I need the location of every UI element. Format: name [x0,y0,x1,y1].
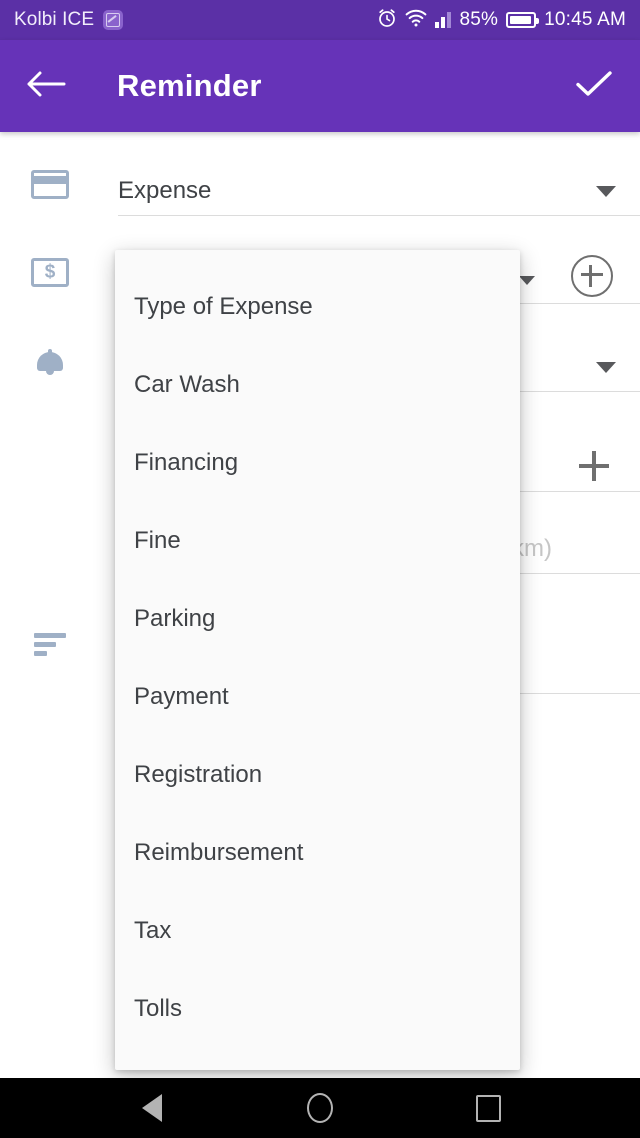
dropdown-item-label: Payment [134,683,229,710]
signal-bars-icon [435,12,452,28]
battery-icon [506,12,540,28]
add-circle-icon[interactable] [571,255,613,297]
save-button[interactable] [548,40,640,132]
arrow-back-icon [26,69,66,104]
nav-back-button[interactable] [124,1080,180,1136]
nav-back-icon [142,1094,162,1122]
app-bar: Reminder [0,40,640,132]
page-title: Reminder [117,68,262,103]
status-bar-left: Kolbi ICE [14,9,124,31]
dropdown-item-car-wash[interactable]: Car Wash [115,346,520,424]
dropdown-item-type-of-expense[interactable]: Type of Expense [115,268,520,346]
dropdown-item-label: Reimbursement [134,839,304,866]
dropdown-item-label: Tolls [134,995,183,1022]
credit-card-icon [28,162,72,206]
dropdown-item-label: Car Wash [134,371,240,398]
dropdown-item-label: Financing [134,449,239,476]
android-navigation-bar [0,1078,640,1138]
wifi-icon [405,9,427,32]
expense-category-value: Expense [118,177,212,204]
dropdown-item-tax[interactable]: Tax [115,892,520,970]
notes-icon [28,622,72,666]
check-icon [575,69,613,104]
money-icon [28,250,72,294]
nav-home-button[interactable] [292,1080,348,1136]
dropdown-item-label: Fine [134,527,181,554]
nav-recents-icon [475,1094,501,1122]
battery-percent-label: 85% [459,9,499,30]
nav-recents-button[interactable] [460,1080,516,1136]
dropdown-item-fine[interactable]: Fine [115,502,520,580]
carrier-label: Kolbi ICE [14,9,95,30]
status-bar: Kolbi ICE 85% 10:45 AM [0,0,640,40]
phone-screen: Kolbi ICE 85% 10:45 AM Reminder Expense … [0,0,640,1138]
plus-icon[interactable] [579,451,609,481]
expense-category-field[interactable]: Expense [118,154,640,216]
dropdown-item-label: Parking [134,605,216,632]
dropdown-item-label: Tax [134,917,172,944]
dropdown-item-label: Registration [134,761,263,788]
dropdown-item-payment[interactable]: Payment [115,658,520,736]
bell-icon [28,340,72,384]
screenshot-icon [103,10,124,30]
nav-home-icon [307,1093,333,1123]
alarm-icon [377,8,397,33]
dropdown-item-registration[interactable]: Registration [115,736,520,814]
expense-type-dropdown[interactable]: Type of Expense Car Wash Financing Fine … [115,250,520,1070]
chevron-down-small-icon[interactable] [519,276,535,285]
dropdown-item-financing[interactable]: Financing [115,424,520,502]
dropdown-item-parking[interactable]: Parking [115,580,520,658]
chevron-down-icon[interactable] [596,186,616,197]
chevron-down-icon[interactable] [596,362,616,373]
status-bar-right: 85% 10:45 AM [377,8,626,33]
dropdown-item-label: Type of Expense [134,293,313,320]
dropdown-item-tolls[interactable]: Tolls [115,970,520,1048]
dropdown-item-reimbursement[interactable]: Reimbursement [115,814,520,892]
back-button[interactable] [0,40,92,132]
clock-label: 10:45 AM [544,9,626,30]
